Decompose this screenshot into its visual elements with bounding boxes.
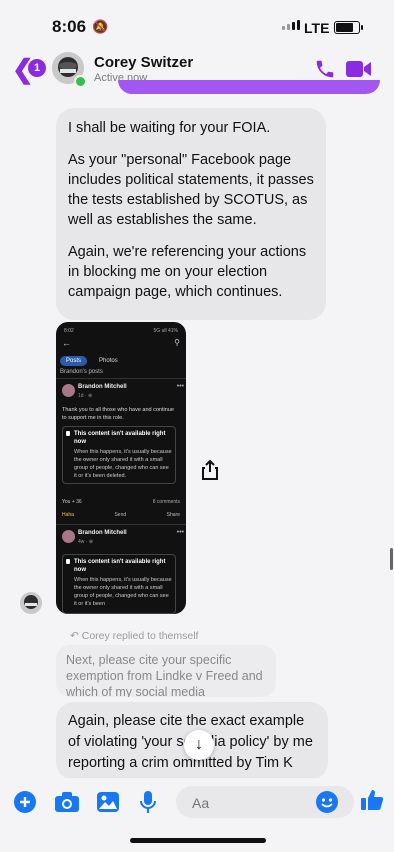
screenshot-action-haha: Haha bbox=[62, 512, 74, 518]
online-status-dot bbox=[74, 75, 87, 88]
microphone-icon[interactable] bbox=[138, 790, 158, 819]
message-composer bbox=[0, 778, 394, 824]
screenshot-comments: 8 comments bbox=[152, 499, 180, 505]
reply-arrow-icon: ↶ bbox=[70, 630, 79, 642]
message-paragraph: As your "personal" Facebook page include… bbox=[68, 152, 314, 228]
screenshot-unavailable-desc: When this happens, it's usually because … bbox=[74, 577, 172, 607]
signal-icon bbox=[282, 20, 300, 30]
message-paragraph: I shall be waiting for your FOIA. bbox=[68, 120, 271, 136]
outgoing-message-bubble[interactable] bbox=[118, 80, 380, 94]
screenshot-reactions: You + 36 bbox=[62, 499, 82, 505]
screenshot-status-time: 8:02 bbox=[64, 328, 74, 334]
screenshot-unavailable-card: This content isn't available right now W… bbox=[62, 554, 176, 614]
network-type: LTE bbox=[304, 20, 330, 36]
screenshot-unavailable-title: This content isn't available right now bbox=[66, 430, 172, 446]
reply-indicator-label: Corey replied to themself bbox=[81, 630, 199, 642]
contact-name[interactable]: Corey Switzer bbox=[94, 54, 193, 71]
screenshot-post-meta: 1d · ⊕ bbox=[78, 393, 93, 399]
screenshot-post-author: Brandon Mitchell bbox=[78, 384, 127, 390]
home-indicator bbox=[130, 838, 266, 843]
share-icon[interactable] bbox=[198, 458, 222, 482]
scroll-to-bottom-button[interactable]: ↓ bbox=[184, 730, 214, 760]
reply-indicator: ↶ Corey replied to themself bbox=[70, 630, 198, 642]
screenshot-action-share: Share bbox=[166, 512, 180, 518]
screenshot-more-icon: ••• bbox=[176, 529, 184, 536]
screenshot-unavailable-card: This content isn't available right now W… bbox=[62, 426, 176, 484]
screenshot-tab-photos: Photos bbox=[99, 358, 118, 364]
sender-avatar[interactable] bbox=[20, 592, 42, 614]
screenshot-tabs: Posts Photos bbox=[60, 356, 124, 366]
gallery-icon[interactable] bbox=[96, 791, 120, 818]
screenshot-post-meta: 4w · ⊕ bbox=[78, 539, 94, 545]
quoted-message[interactable]: Next, please cite your specific exemptio… bbox=[56, 645, 276, 697]
battery-icon bbox=[334, 21, 363, 34]
incoming-message-bubble[interactable]: I shall be waiting for your FOIA. As you… bbox=[56, 108, 326, 320]
status-bar: 8:06 🔕 LTE bbox=[0, 0, 394, 44]
screenshot-post-author: Brandon Mitchell bbox=[78, 530, 127, 536]
screenshot-actions: Haha Send Share bbox=[62, 512, 180, 518]
screenshot-post-text: Thank you to all those who have and cont… bbox=[62, 407, 174, 421]
emoji-icon[interactable] bbox=[316, 791, 338, 818]
screenshot-action-send: Send bbox=[114, 512, 127, 518]
screenshot-status-right: 5G ull 41% bbox=[153, 328, 178, 334]
screenshot-unavailable-title: This content isn't available right now bbox=[66, 558, 172, 574]
message-paragraph: Again, we're referencing your actions in… bbox=[68, 244, 307, 300]
unread-count-badge[interactable]: 1 bbox=[28, 59, 46, 77]
scroll-indicator bbox=[390, 548, 393, 570]
screenshot-search-icon: ⚲ bbox=[174, 338, 180, 347]
plus-icon[interactable] bbox=[14, 791, 36, 818]
status-time: 8:06 bbox=[52, 17, 87, 36]
screenshot-section-header: Brandon's posts bbox=[60, 369, 103, 375]
message-input[interactable] bbox=[190, 786, 324, 820]
screenshot-tab-posts: Posts bbox=[60, 356, 88, 366]
screenshot-more-icon: ••• bbox=[176, 383, 184, 390]
camera-icon[interactable] bbox=[54, 791, 80, 818]
screenshot-back-arrow-icon: ← bbox=[62, 338, 71, 348]
screenshot-post-avatar bbox=[62, 530, 75, 543]
mute-bell-icon: 🔕 bbox=[92, 19, 109, 34]
thumbs-up-icon[interactable] bbox=[360, 788, 384, 817]
shared-screenshot-image[interactable]: 8:02 5G ull 41% ← ⚲ Posts Photos Brandon… bbox=[56, 322, 186, 614]
screenshot-post-avatar bbox=[62, 384, 75, 397]
screenshot-unavailable-desc: When this happens, it's usually because … bbox=[74, 449, 172, 479]
